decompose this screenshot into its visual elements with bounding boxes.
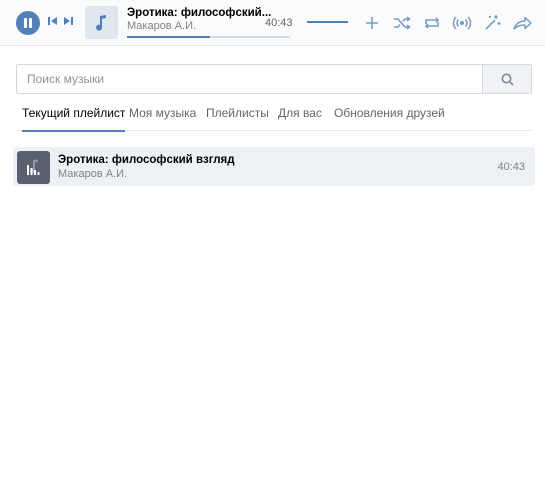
audio-player: Эротика: философский... Макаров А.И. 40:… — [0, 0, 545, 46]
pause-icon — [24, 18, 27, 28]
player-track-artist[interactable]: Макаров А.И. — [127, 20, 196, 32]
recommendations-button[interactable] — [481, 12, 503, 34]
recommendations-icon — [485, 15, 501, 30]
search-button[interactable] — [482, 65, 531, 93]
playback-progress-fill — [127, 36, 211, 38]
next-icon[interactable] — [63, 16, 73, 26]
now-playing-icon — [27, 159, 40, 175]
repeat-button[interactable] — [421, 12, 443, 34]
broadcast-button[interactable] — [451, 12, 473, 34]
player-track-time[interactable]: 40:43 — [265, 17, 293, 29]
pause-icon-bar — [29, 18, 32, 28]
tab-playlists[interactable]: Плейлисты — [206, 96, 269, 131]
track-cover[interactable] — [17, 151, 50, 184]
player-track-title[interactable]: Эротика: философский... — [127, 7, 271, 19]
album-cover — [85, 6, 118, 39]
shuffle-button[interactable] — [391, 12, 413, 34]
tab-current-playlist[interactable]: Текущий плейлист — [22, 96, 126, 132]
tab-for-you[interactable]: Для вас — [278, 96, 322, 131]
track-artist[interactable]: Макаров А.И. — [58, 168, 127, 180]
search-input[interactable] — [17, 65, 483, 93]
music-note-icon — [96, 15, 106, 31]
add-button[interactable] — [361, 12, 383, 34]
share-icon — [513, 16, 532, 30]
tab-my-music[interactable]: Моя музыка — [129, 96, 196, 131]
music-tabs: Текущий плейлист Моя музыка Плейлисты Дл… — [16, 96, 532, 132]
share-button[interactable] — [511, 12, 533, 34]
shuffle-icon — [394, 16, 411, 30]
previous-icon[interactable] — [48, 16, 58, 26]
add-icon — [366, 17, 378, 29]
track-duration: 40:43 — [497, 161, 525, 173]
pause-button[interactable] — [16, 11, 40, 35]
music-search — [16, 64, 532, 94]
volume-slider[interactable] — [307, 21, 348, 23]
track-title[interactable]: Эротика: философский взгляд — [58, 154, 235, 166]
volume-fill — [307, 21, 348, 23]
broadcast-icon — [452, 16, 472, 30]
search-icon — [501, 73, 514, 86]
track-row[interactable]: Эротика: философский взгляд Макаров А.И.… — [13, 147, 535, 186]
playback-progress-bar[interactable] — [127, 36, 290, 38]
repeat-icon — [424, 17, 440, 29]
tab-friends-updates[interactable]: Обновления друзей — [334, 96, 445, 131]
